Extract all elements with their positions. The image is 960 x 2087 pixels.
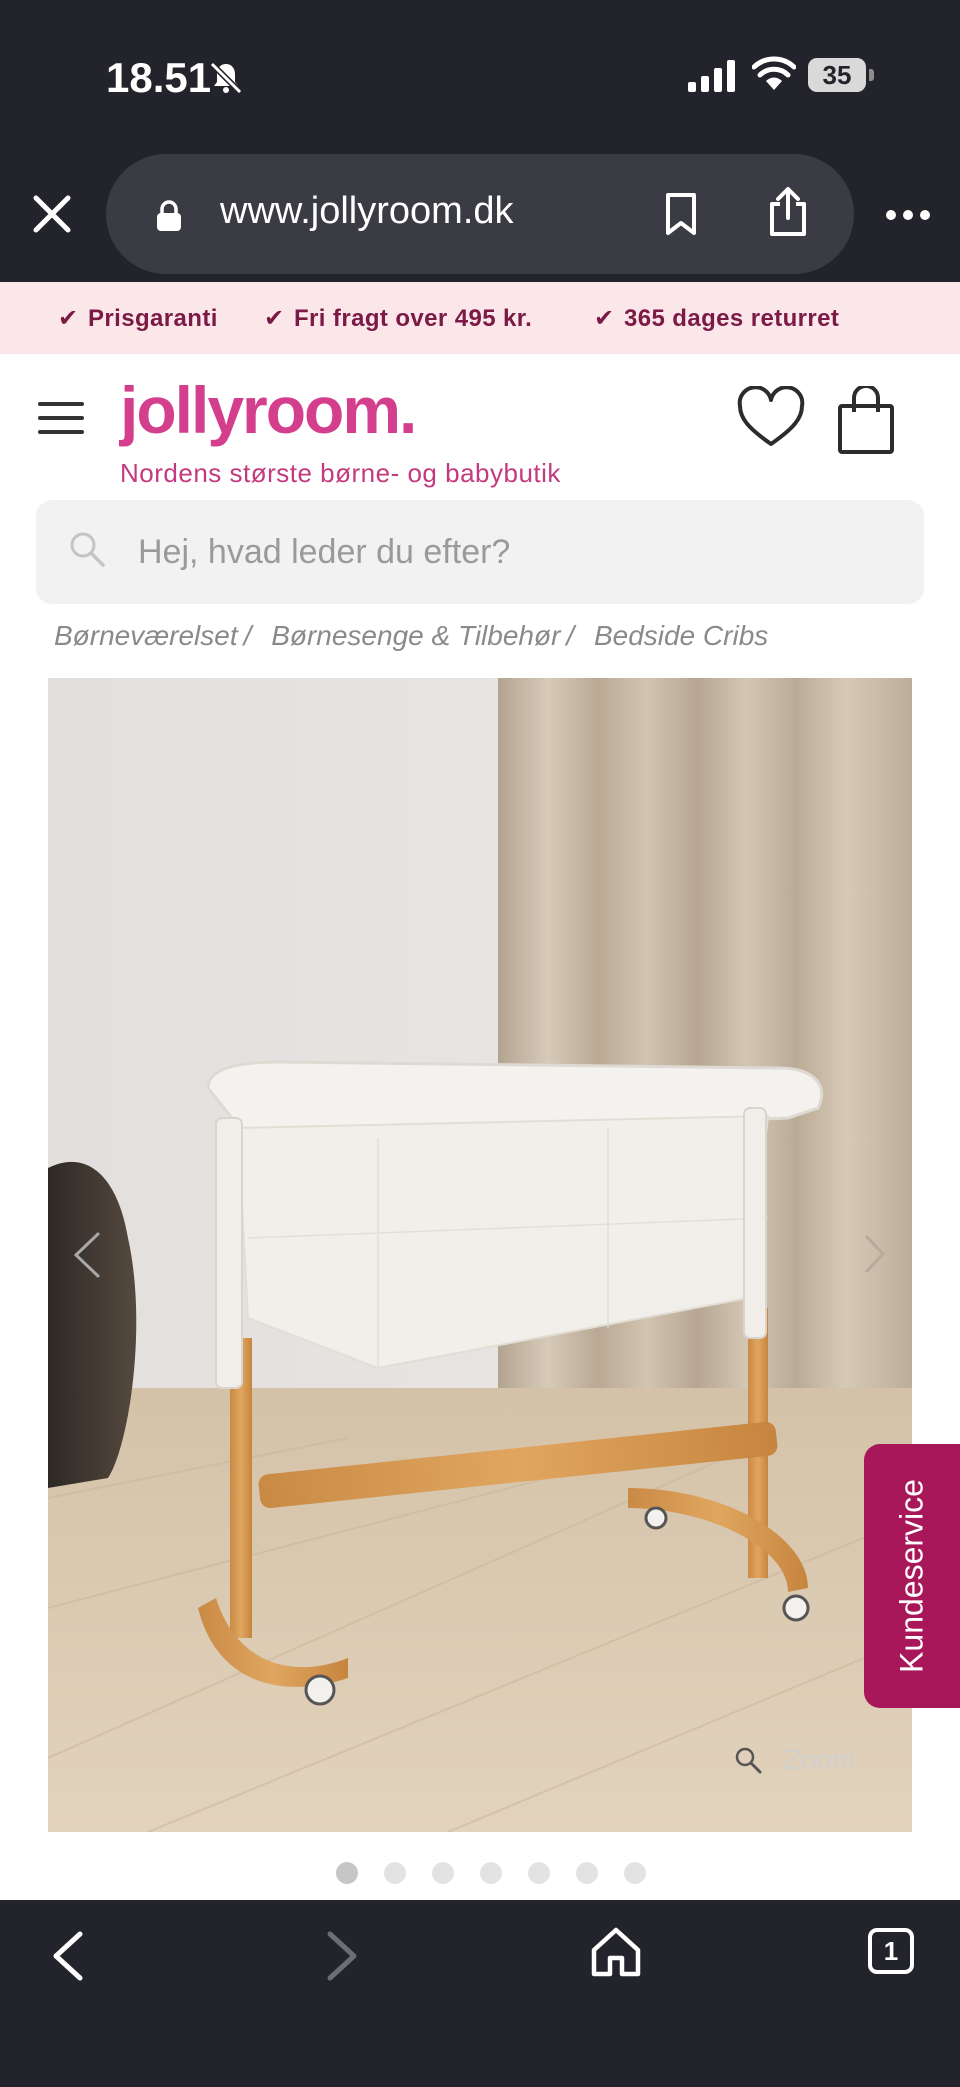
check-icon: ✔ — [594, 305, 615, 332]
breadcrumb-item[interactable]: Børnesenge & Tilbehør — [271, 620, 560, 651]
customer-service-tab[interactable]: Kundeservice — [864, 1444, 960, 1708]
gallery-dot[interactable] — [576, 1862, 598, 1884]
logo[interactable]: jollyroom. — [120, 372, 417, 448]
check-icon: ✔ — [264, 305, 285, 332]
promo-item-fri-fragt: ✔ Fri fragt over 495 kr. — [264, 304, 532, 333]
gallery-dot[interactable] — [624, 1862, 646, 1884]
zoom-label[interactable]: Zoom — [784, 1744, 856, 1776]
gallery-dot[interactable] — [384, 1862, 406, 1884]
shopping-bag-icon[interactable] — [836, 386, 896, 456]
gallery-dot[interactable] — [432, 1862, 454, 1884]
home-icon[interactable] — [590, 1926, 642, 1978]
signal-icon — [688, 60, 735, 92]
close-icon[interactable] — [30, 192, 74, 236]
more-options-icon[interactable] — [884, 208, 932, 222]
wishlist-heart-icon[interactable] — [736, 386, 806, 450]
gallery-dot[interactable] — [480, 1862, 502, 1884]
breadcrumb-item[interactable]: Bedside Cribs — [594, 620, 768, 651]
product-image[interactable] — [48, 678, 912, 1832]
promo-item-prisgaranti: ✔ Prisgaranti — [58, 304, 218, 333]
promo-item-returret: ✔ 365 dages returret — [594, 304, 839, 333]
tagline: Nordens største børne- og babybutik — [120, 458, 561, 488]
gallery-dot[interactable] — [528, 1862, 550, 1884]
zoom-icon[interactable] — [734, 1746, 762, 1774]
status-time: 18.51 — [106, 54, 212, 101]
promo-label: Fri fragt over 495 kr. — [294, 305, 533, 332]
gallery-next-icon[interactable] — [864, 1234, 886, 1274]
breadcrumb-item[interactable]: Børneværelset — [54, 620, 238, 651]
back-icon[interactable] — [48, 1928, 88, 1984]
search-icon — [70, 532, 105, 567]
promo-label: Prisgaranti — [88, 305, 218, 332]
lock-icon — [157, 200, 181, 231]
menu-icon[interactable] — [38, 402, 84, 434]
bookmark-icon[interactable] — [664, 192, 698, 236]
url-text[interactable]: www.jollyroom.dk — [220, 190, 514, 233]
browser-toolbar-bottom — [0, 1900, 960, 2087]
bedside-crib-illustration — [48, 678, 912, 1832]
battery-level: 35 — [822, 60, 852, 90]
bell-muted-icon — [209, 61, 243, 95]
forward-icon[interactable] — [322, 1928, 362, 1984]
promo-label: 365 dages returret — [624, 305, 840, 332]
customer-service-label: Kundeservice — [893, 1479, 930, 1673]
breadcrumb: Børneværelset / Børnesenge & Tilbehør / Be… — [54, 620, 769, 651]
wifi-icon — [752, 56, 796, 90]
gallery-prev-icon[interactable] — [72, 1230, 102, 1280]
share-icon[interactable] — [766, 186, 810, 238]
check-icon: ✔ — [58, 305, 79, 332]
tabs-button[interactable]: 1 — [868, 1928, 914, 1974]
battery-icon: 35 — [808, 58, 874, 92]
search-input[interactable] — [138, 530, 898, 574]
gallery-dot[interactable] — [336, 1862, 358, 1884]
